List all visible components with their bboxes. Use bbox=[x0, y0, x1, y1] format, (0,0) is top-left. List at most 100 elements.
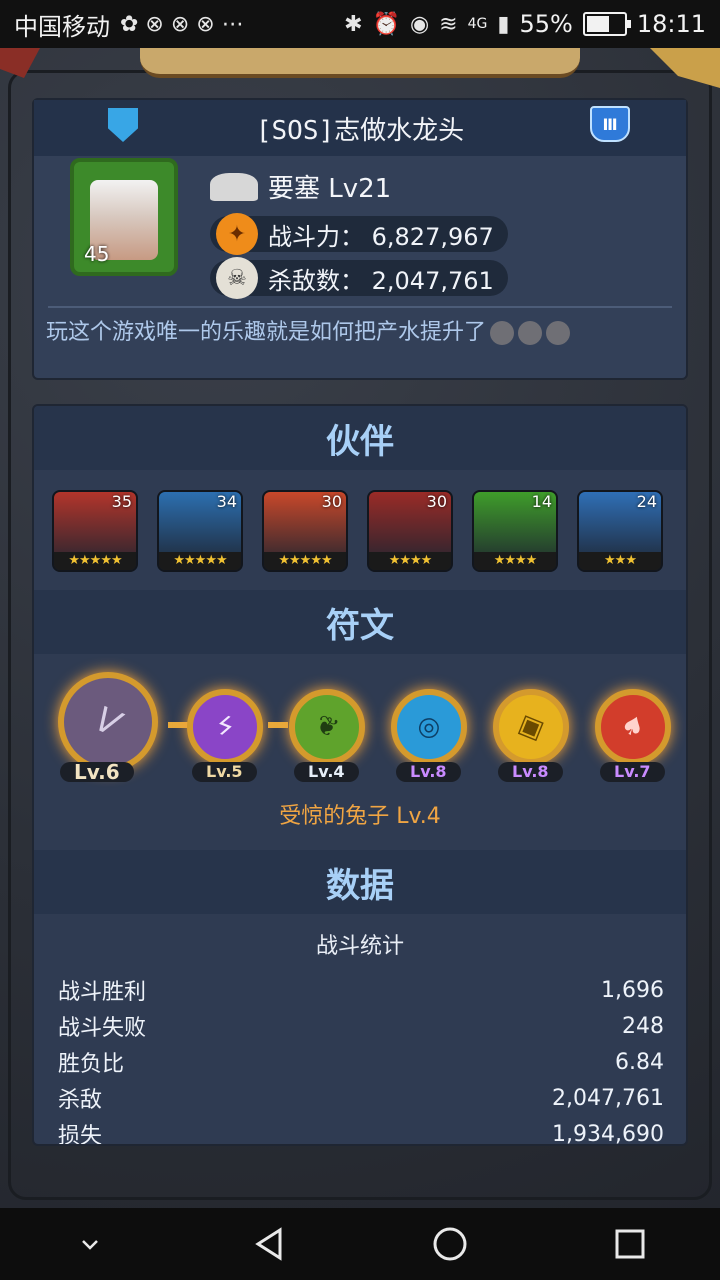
rune-slot[interactable]: V Lv.6 bbox=[50, 672, 166, 782]
player-motto: 玩这个游戏唯一的乐趣就是如何把产水提升了 bbox=[46, 314, 571, 346]
player-name: [SOS]志做水龙头 bbox=[255, 115, 465, 146]
home-circle-icon bbox=[433, 1227, 467, 1261]
selected-rune-name: 受惊的兔子 Lv.4 bbox=[279, 804, 441, 829]
hero-card[interactable]: 24 ★★★ bbox=[577, 490, 663, 572]
profile-header: [SOS]志做水龙头 Ⅲ bbox=[34, 100, 686, 156]
power-pill: ✦ 战斗力： 6,827,967 bbox=[210, 213, 508, 255]
rank-horn-icon bbox=[210, 172, 258, 201]
data-title: 数据 bbox=[34, 850, 686, 914]
rune-gem: V bbox=[58, 672, 158, 772]
rune-gem: ◎ bbox=[391, 689, 467, 765]
battery-label: 55% bbox=[519, 10, 573, 38]
carrier-label: 中国移动 bbox=[14, 12, 110, 41]
hero-list: 35 ★★★★★ 34 ★★★★★ 30 ★★★★★ 30 ★★★★ 14 ★★… bbox=[52, 490, 663, 572]
rune-slot[interactable]: ◎ Lv.8 bbox=[386, 684, 472, 782]
stat-row: 战斗胜利 1,696 bbox=[58, 972, 664, 1008]
hero-level: 24 bbox=[636, 492, 657, 511]
back-button[interactable] bbox=[240, 1214, 300, 1274]
chevron-down-icon bbox=[82, 1240, 98, 1250]
rune-level: Lv.4 bbox=[294, 762, 359, 782]
hero-stars: ★★★★★ bbox=[54, 552, 136, 570]
rune-level: Lv.8 bbox=[498, 762, 563, 782]
notification-icons: ✿ ⊗ ⊗ ⊗ ⋯ bbox=[120, 11, 244, 37]
wifi-icon: ≋ bbox=[439, 11, 458, 37]
emoji-icon bbox=[518, 321, 543, 345]
stat-label: 杀敌 bbox=[58, 1088, 103, 1113]
rune-slot[interactable]: ▣ Lv.8 bbox=[488, 684, 574, 782]
rune-gem: ❦ bbox=[289, 689, 365, 765]
phoenix-power-icon: ✦ bbox=[216, 213, 258, 255]
stat-label: 胜负比 bbox=[58, 1052, 125, 1077]
profile-divider bbox=[48, 306, 672, 308]
stat-value: 2,047,761 bbox=[552, 1085, 664, 1111]
rune-slot[interactable]: ❦ Lv.4 bbox=[284, 684, 370, 782]
status-bar: 中国移动 ✿ ⊗ ⊗ ⊗ ⋯ ✱ ⏰ ◉ ≋ 4G ▮ 55% 18:11 bbox=[0, 0, 720, 48]
skull-icon: ☠ bbox=[216, 257, 258, 299]
rank-row: 要塞 Lv21 bbox=[210, 168, 391, 205]
navigation-bar bbox=[0, 1208, 720, 1280]
stat-row: 胜负比 6.84 bbox=[58, 1044, 664, 1080]
guild-shield-icon[interactable]: Ⅲ bbox=[590, 106, 630, 142]
kills-value: 杀敌数： 2,047,761 bbox=[268, 266, 494, 295]
hero-stars: ★★★★ bbox=[369, 552, 451, 570]
collapse-button[interactable] bbox=[60, 1214, 120, 1274]
alarm-icon: ⏰ bbox=[372, 11, 400, 37]
battle-stats-title: 战斗统计 bbox=[315, 934, 404, 959]
rune-level: Lv.5 bbox=[192, 762, 257, 782]
signal-icon: ▮ bbox=[497, 11, 510, 37]
details-panel: 伙伴 35 ★★★★★ 34 ★★★★★ 30 ★★★★★ 30 ★★★★ 14… bbox=[32, 404, 688, 1146]
top-banner bbox=[140, 48, 580, 78]
stat-value: 1,696 bbox=[601, 977, 664, 1003]
rune-row: V Lv.6 ϟ Lv.5 ❦ Lv.4 ◎ Lv.8 ▣ Lv.8 ♠ Lv.… bbox=[50, 672, 676, 782]
back-triangle-icon bbox=[255, 1227, 282, 1261]
battle-stats-list: 战斗胜利 1,696 战斗失败 248 胜负比 6.84 杀敌 2,047,76… bbox=[58, 972, 664, 1146]
profile-panel: [SOS]志做水龙头 Ⅲ 45 要塞 Lv21 ✦ 战斗力： 6,827,967… bbox=[32, 98, 688, 380]
power-row: ✦ 战斗力： 6,827,967 bbox=[210, 213, 508, 255]
hero-card[interactable]: 34 ★★★★★ bbox=[157, 490, 243, 572]
hero-card[interactable]: 14 ★★★★ bbox=[472, 490, 558, 572]
hero-level: 14 bbox=[531, 492, 552, 511]
power-value: 战斗力： 6,827,967 bbox=[268, 222, 494, 251]
hero-level: 35 bbox=[111, 492, 132, 511]
rune-level: Lv.7 bbox=[600, 762, 665, 782]
hero-stars: ★★★ bbox=[579, 552, 661, 570]
kills-row: ☠ 杀敌数： 2,047,761 bbox=[210, 257, 508, 299]
avatar[interactable]: 45 bbox=[70, 158, 178, 276]
stat-label: 战斗失败 bbox=[58, 1016, 147, 1041]
hero-level: 30 bbox=[426, 492, 447, 511]
emoji-icon bbox=[490, 321, 515, 345]
rune-gem: ♠ bbox=[595, 689, 671, 765]
hero-level: 34 bbox=[216, 492, 237, 511]
stat-label: 损失 bbox=[58, 1124, 103, 1146]
hero-stars: ★★★★★ bbox=[264, 552, 346, 570]
stat-row: 杀敌 2,047,761 bbox=[58, 1080, 664, 1116]
hero-card[interactable]: 30 ★★★★ bbox=[367, 490, 453, 572]
home-button[interactable] bbox=[420, 1214, 480, 1274]
rune-gem: ϟ bbox=[187, 689, 263, 765]
recents-button[interactable] bbox=[600, 1214, 660, 1274]
hero-level: 30 bbox=[321, 492, 342, 511]
rune-slot[interactable]: ♠ Lv.7 bbox=[590, 684, 676, 782]
emoji-icon bbox=[546, 321, 571, 345]
stat-value: 6.84 bbox=[615, 1049, 664, 1075]
rune-gem: ▣ bbox=[493, 689, 569, 765]
hero-card[interactable]: 30 ★★★★★ bbox=[262, 490, 348, 572]
partners-title: 伙伴 bbox=[34, 406, 686, 470]
kills-pill: ☠ 杀敌数： 2,047,761 bbox=[210, 257, 508, 299]
stat-row: 损失 1,934,690 bbox=[58, 1116, 664, 1146]
battery-icon bbox=[582, 12, 631, 36]
rune-level: Lv.6 bbox=[60, 762, 134, 782]
status-left: 中国移动 ✿ ⊗ ⊗ ⊗ ⋯ bbox=[14, 7, 244, 42]
hero-stars: ★★★★★ bbox=[159, 552, 241, 570]
stat-value: 1,934,690 bbox=[552, 1121, 664, 1146]
avatar-level: 45 bbox=[84, 242, 110, 266]
rune-slot[interactable]: ϟ Lv.5 bbox=[182, 684, 268, 782]
hero-stars: ★★★★ bbox=[474, 552, 556, 570]
banner-flag-icon[interactable] bbox=[108, 108, 138, 142]
recents-square-icon bbox=[615, 1229, 645, 1259]
stat-row: 战斗失败 248 bbox=[58, 1008, 664, 1044]
hero-card[interactable]: 35 ★★★★★ bbox=[52, 490, 138, 572]
bluetooth-icon: ✱ bbox=[344, 11, 363, 37]
rune-level: Lv.8 bbox=[396, 762, 461, 782]
rank-label: 要塞 Lv21 bbox=[268, 174, 392, 204]
